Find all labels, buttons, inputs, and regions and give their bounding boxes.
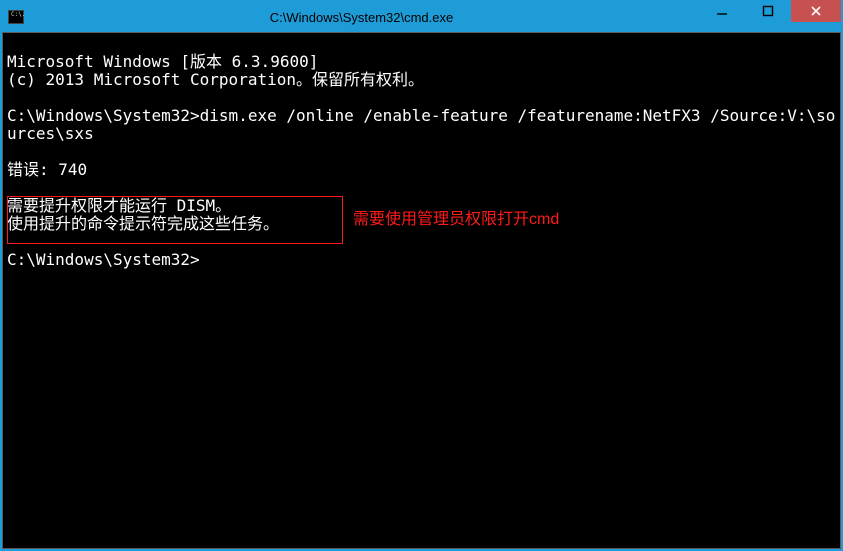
term-line: 需要提升权限才能运行 DISM。 — [7, 196, 231, 215]
titlebar[interactable]: C:\. C:\Windows\System32\cmd.exe — [2, 2, 841, 32]
cmd-window: C:\. C:\Windows\System32\cmd.exe Microso… — [2, 2, 841, 549]
term-line: Microsoft Windows [版本 6.3.9600] — [7, 52, 318, 71]
minimize-button[interactable] — [699, 0, 745, 22]
term-line: 使用提升的命令提示符完成这些任务。 — [7, 214, 279, 233]
terminal-area[interactable]: Microsoft Windows [版本 6.3.9600] (c) 2013… — [2, 32, 841, 549]
term-line: C:\Windows\System32>dism.exe /online /en… — [7, 106, 835, 143]
window-title: C:\Windows\System32\cmd.exe — [24, 10, 699, 25]
terminal-output: Microsoft Windows [版本 6.3.9600] (c) 2013… — [7, 35, 836, 269]
term-line: (c) 2013 Microsoft Corporation。保留所有权利。 — [7, 70, 424, 89]
close-button[interactable] — [791, 0, 841, 22]
annotation-text: 需要使用管理员权限打开cmd — [353, 205, 559, 229]
cmd-icon: C:\. — [8, 10, 24, 24]
term-line: 错误: 740 — [7, 160, 87, 179]
window-controls — [699, 2, 841, 32]
maximize-button[interactable] — [745, 0, 791, 22]
term-line: C:\Windows\System32> — [7, 250, 200, 269]
